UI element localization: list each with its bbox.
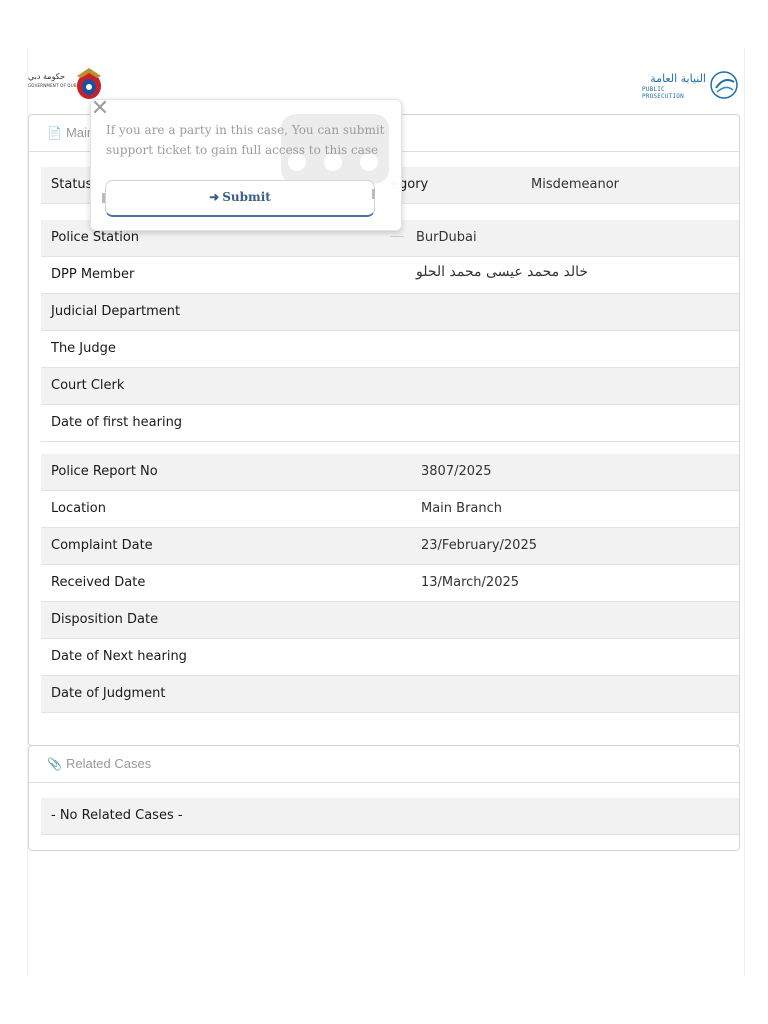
table-row-judicial-department: Judicial Department bbox=[41, 294, 739, 331]
row-label: Police Report No bbox=[51, 464, 158, 479]
row-label: Status bbox=[51, 177, 93, 192]
row-value: 23/February/2025 bbox=[421, 538, 537, 553]
frame-border-right bbox=[744, 48, 745, 976]
close-icon[interactable]: ✕ bbox=[88, 98, 112, 120]
related-panel-header: 📎 Related Cases bbox=[29, 746, 739, 783]
row-value: خالد محمد عيسى محمد الحلو bbox=[416, 264, 589, 280]
row-value-category: Misdemeanor bbox=[531, 177, 620, 192]
row-label: Location bbox=[51, 501, 106, 516]
row-label: Date of Judgment bbox=[51, 686, 166, 701]
popup-left-tick bbox=[102, 193, 105, 203]
submit-ticket-button[interactable]: ➜ Submit bbox=[105, 180, 375, 217]
case-info-table-bottom: Police Report No 3807/2025 Location Main… bbox=[41, 454, 739, 713]
page-header: حكومة دبي GOVERNMENT OF DUBAI النيابة ال… bbox=[28, 62, 742, 104]
related-cases-panel: 📎 Related Cases - No Related Cases - bbox=[28, 745, 740, 851]
government-of-dubai-logo: حكومة دبي GOVERNMENT OF DUBAI bbox=[28, 66, 108, 100]
row-label: Received Date bbox=[51, 575, 146, 590]
table-row-complaint-date: Complaint Date 23/February/2025 bbox=[41, 528, 739, 565]
file-icon: 📄 bbox=[47, 126, 62, 140]
row-value: 3807/2025 bbox=[421, 464, 492, 479]
related-cases-table: - No Related Cases - bbox=[41, 798, 739, 835]
row-label: Court Clerk bbox=[51, 378, 125, 393]
table-row-no-related: - No Related Cases - bbox=[41, 798, 739, 835]
dubai-emblem-icon bbox=[77, 68, 101, 99]
pp-logo-english-text: PUBLIC PROSECUTION bbox=[642, 86, 684, 100]
table-row-judgment-date: Date of Judgment bbox=[41, 676, 739, 713]
table-row-dpp-member: DPP Member خالد محمد عيسى محمد الحلو bbox=[41, 257, 739, 294]
row-label: Complaint Date bbox=[51, 538, 153, 553]
sign-in-icon: ➜ bbox=[209, 190, 220, 204]
access-request-popup: If you are a party in this case, You can… bbox=[90, 99, 402, 231]
table-row-location: Location Main Branch bbox=[41, 491, 739, 528]
row-value: 13/March/2025 bbox=[421, 575, 520, 590]
pp-swirl-icon bbox=[710, 71, 738, 99]
row-value: Main Branch bbox=[421, 501, 503, 516]
row-label: The Judge bbox=[51, 341, 116, 356]
no-related-cases-text: - No Related Cases - bbox=[51, 808, 183, 823]
table-row-first-hearing: Date of first hearing bbox=[41, 405, 739, 442]
row-label: Date of first hearing bbox=[51, 415, 183, 430]
row-label: Police Station bbox=[51, 230, 140, 245]
row-value: BurDubai bbox=[416, 230, 477, 245]
table-row-police-report-no: Police Report No 3807/2025 bbox=[41, 454, 739, 491]
table-row-judge: The Judge bbox=[41, 331, 739, 368]
submit-button-label: Submit bbox=[222, 190, 271, 204]
table-row-court-clerk: Court Clerk bbox=[41, 368, 739, 405]
related-panel-title: Related Cases bbox=[65, 756, 152, 771]
paperclip-icon: 📎 bbox=[47, 757, 62, 771]
dash-divider bbox=[390, 236, 404, 237]
popup-right-tick bbox=[372, 189, 375, 199]
row-label: Disposition Date bbox=[51, 612, 159, 627]
row-label: DPP Member bbox=[51, 267, 135, 282]
table-row-next-hearing: Date of Next hearing bbox=[41, 639, 739, 676]
pp-logo-arabic-text: النيابة العامة bbox=[650, 72, 706, 85]
popup-message: If you are a party in this case, You can… bbox=[106, 123, 385, 157]
public-prosecution-logo: النيابة العامة PUBLIC PROSECUTION bbox=[642, 66, 742, 100]
table-row-received-date: Received Date 13/March/2025 bbox=[41, 565, 739, 602]
row-label: Judicial Department bbox=[51, 304, 181, 319]
table-row-disposition-date: Disposition Date bbox=[41, 602, 739, 639]
row-label: Date of Next hearing bbox=[51, 649, 187, 664]
